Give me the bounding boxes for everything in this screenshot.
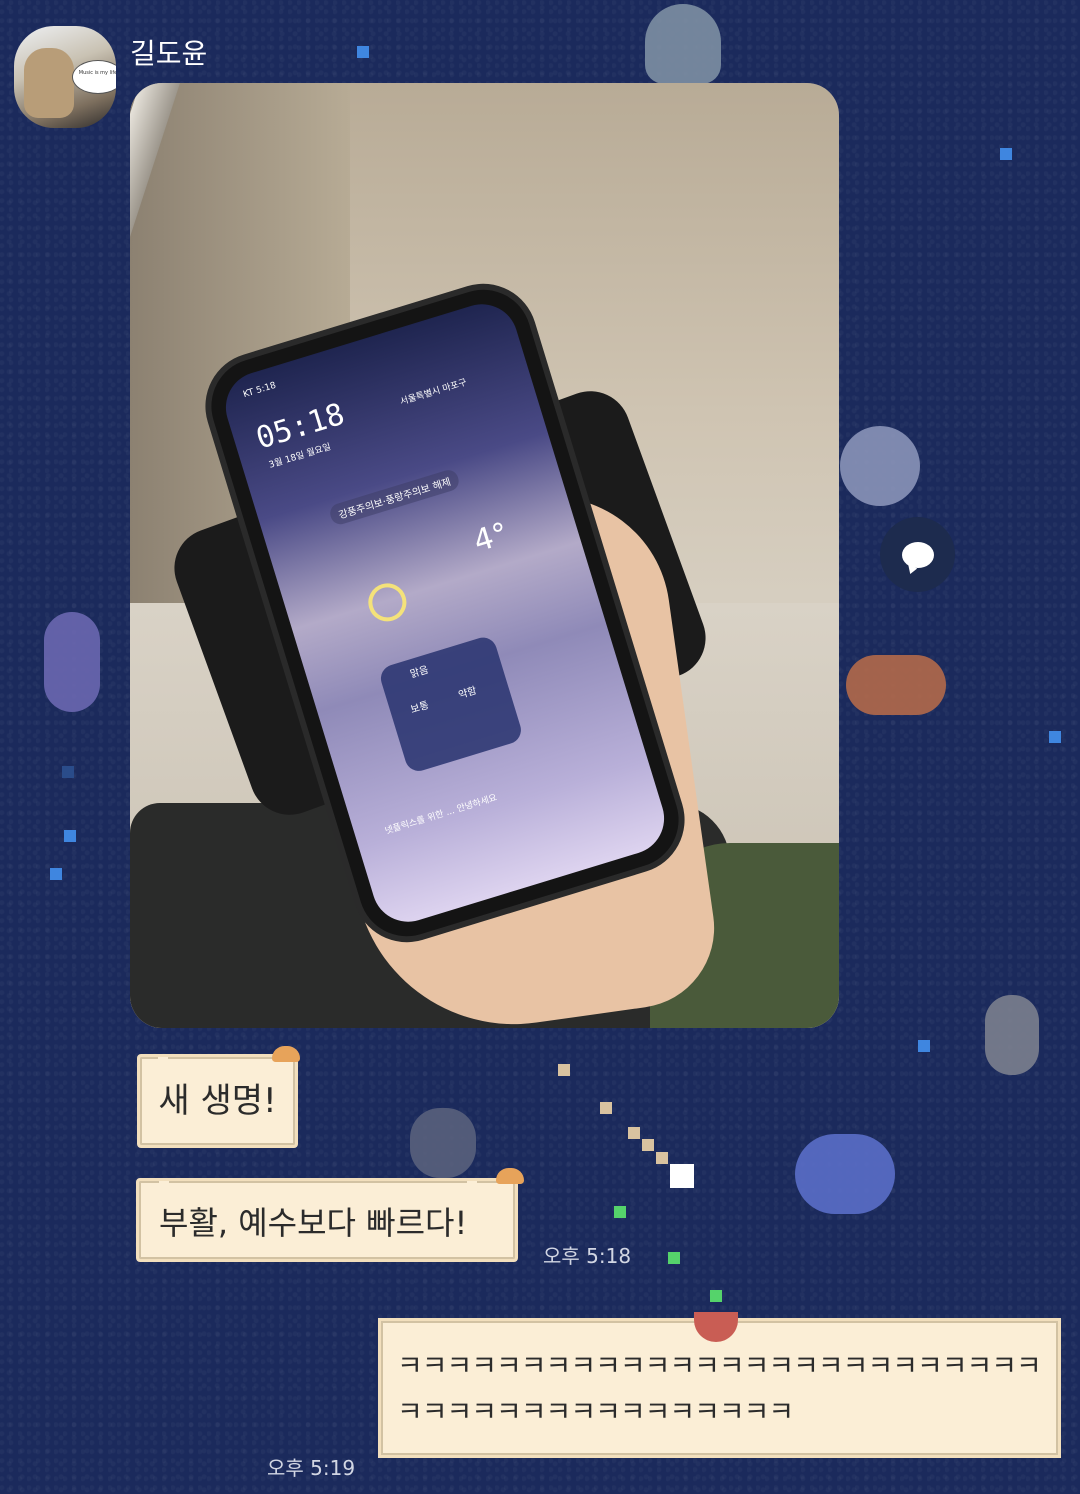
sender-avatar[interactable]: Music is my life: [14, 26, 116, 128]
avatar-dog-figure: [24, 48, 74, 118]
speech-bubble-icon: [901, 541, 934, 568]
decor-pixel: [357, 46, 369, 58]
critter-hedgehog-icon: [410, 1108, 476, 1178]
decor-pixel: [558, 1064, 570, 1076]
phone-temperature: 4°: [469, 516, 513, 560]
message-timestamp: 오후 5:18: [543, 1244, 632, 1268]
critter-ghost-icon: [795, 1134, 895, 1214]
message-text: 새 생명!: [158, 1081, 277, 1121]
critter-turban-icon: [645, 4, 721, 84]
reply-button[interactable]: [880, 517, 955, 592]
decor-pixel: [918, 1040, 930, 1052]
critter-blob-icon: [44, 612, 100, 712]
phone-location: 서울특별시 마포구: [399, 377, 469, 408]
hamster-icon: [496, 1168, 524, 1184]
phone-status: KT 5:18: [242, 380, 278, 401]
message-bubble[interactable]: 새 생명!: [137, 1054, 298, 1148]
decor-pixel: [600, 1102, 612, 1114]
decor-pixel: [642, 1139, 654, 1151]
decor-pixel: [668, 1252, 680, 1264]
critter-bird-icon: [846, 655, 946, 715]
decor-pixel: [1000, 148, 1012, 160]
decor-pixel: [62, 766, 74, 778]
weather-card-item: 보통: [409, 700, 431, 716]
decor-pixel: [628, 1127, 640, 1139]
decor-pixel: [614, 1206, 626, 1218]
message-text: ㅋㅋㅋㅋㅋㅋㅋㅋㅋㅋㅋㅋㅋㅋㅋㅋㅋㅋㅋㅋㅋㅋㅋㅋㅋㅋㅋㅋㅋㅋㅋㅋㅋㅋㅋㅋㅋㅋㅋㅋ…: [397, 1349, 1042, 1428]
decor-pixel: [50, 868, 62, 880]
weather-card-title: 맑음: [409, 664, 430, 681]
phone-alert: 강풍주의보·풍랑주의보 해제: [327, 467, 461, 527]
weather-card-item: 약함: [457, 685, 479, 702]
critter-bat-icon: [985, 995, 1039, 1075]
decor-pixel: [656, 1152, 668, 1164]
avatar-speech-bubble: Music is my life: [72, 60, 116, 94]
sun-icon: [363, 578, 412, 627]
sender-name: 길도윤: [130, 37, 208, 70]
phone-news-ticker: 넷플릭스를 위한 ... 안녕하세요: [383, 793, 499, 837]
decor-pixel: [64, 830, 76, 842]
critter-mouse-icon: [840, 426, 920, 506]
decor-pixel: [1049, 731, 1061, 743]
phone-weather-card: 맑음 보통 약함: [377, 634, 525, 775]
message-bubble[interactable]: 부활, 예수보다 빠르다!: [136, 1178, 518, 1262]
decor-pixel: [670, 1164, 694, 1188]
message-timestamp: 오후 5:19: [267, 1456, 356, 1480]
message-text: 부활, 예수보다 빠르다!: [159, 1204, 468, 1242]
decor-pixel: [710, 1290, 722, 1302]
photo-message[interactable]: KT 5:18 05:18 3월 18일 월요일 서울특별시 마포구 강풍주의보…: [130, 83, 839, 1028]
hamster-icon: [272, 1046, 300, 1062]
